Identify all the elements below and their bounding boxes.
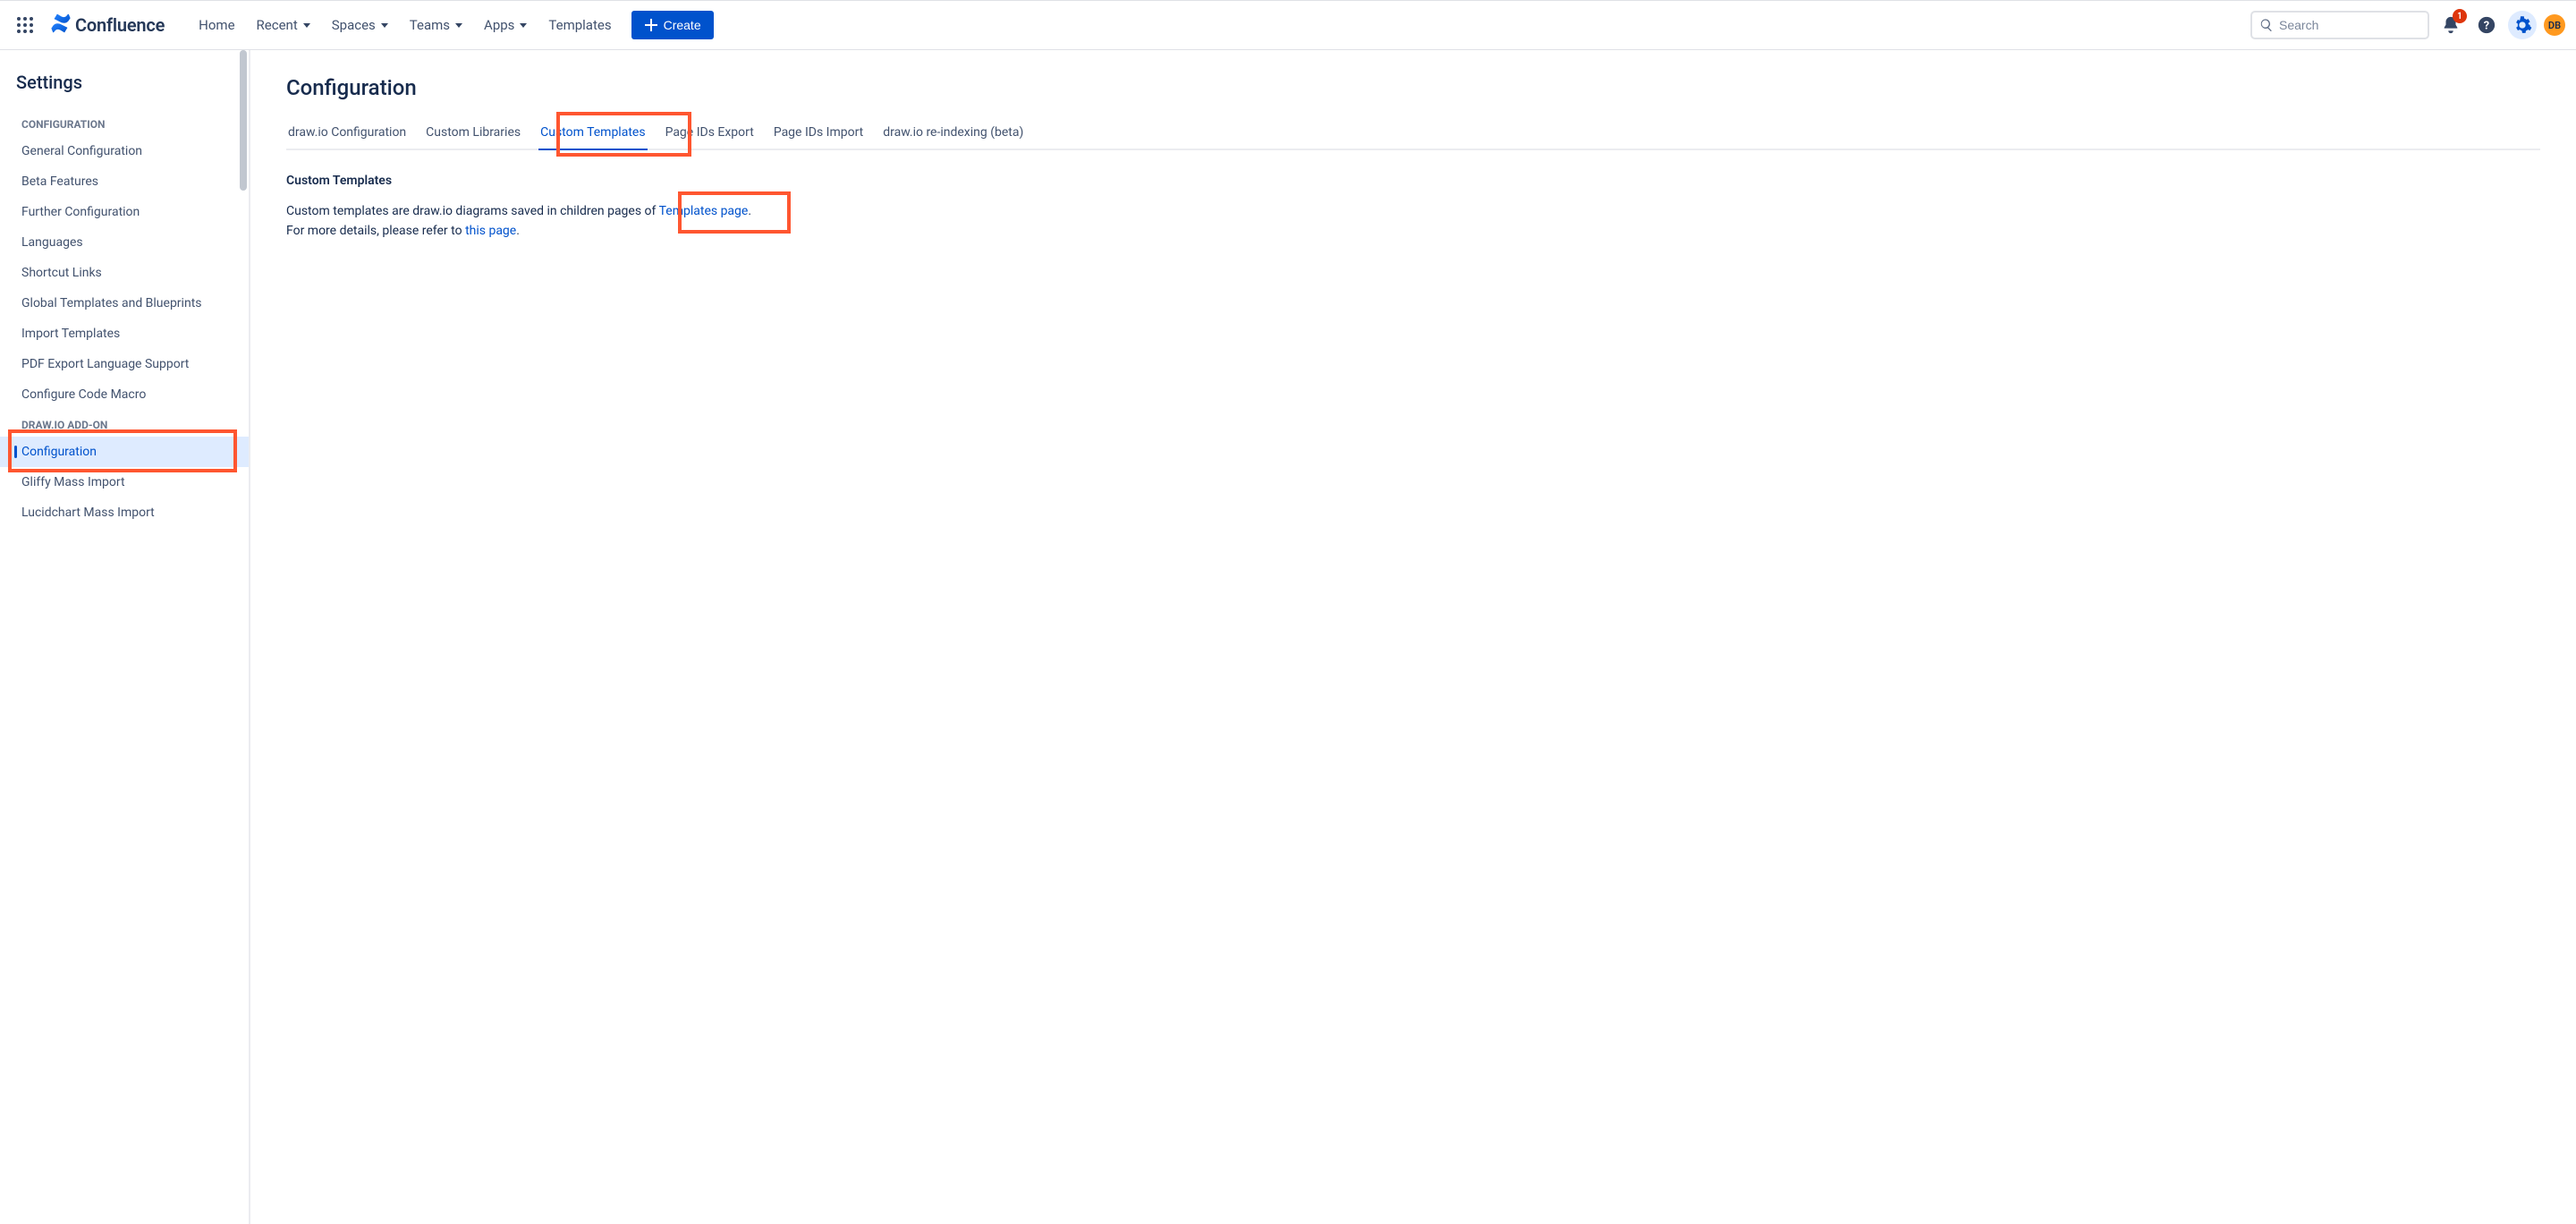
- sidebar-item-drawio-configuration[interactable]: Configuration: [0, 437, 249, 467]
- sidebar-item-import-templates[interactable]: Import Templates: [0, 319, 249, 349]
- sidebar-scrollbar[interactable]: [240, 50, 247, 1224]
- sidebar-item-pdf-export[interactable]: PDF Export Language Support: [0, 349, 249, 379]
- svg-text:?: ?: [2484, 20, 2489, 33]
- nav-recent-label: Recent: [257, 17, 298, 33]
- notifications-button[interactable]: 1: [2436, 11, 2465, 39]
- tab-custom-libraries[interactable]: Custom Libraries: [424, 125, 522, 149]
- create-label: Create: [664, 18, 701, 32]
- body-prefix-1: Custom templates are draw.io diagrams sa…: [286, 204, 659, 218]
- plus-icon: [644, 18, 658, 32]
- nav-apps-label: Apps: [484, 17, 514, 33]
- sidebar-item-lucidchart-import[interactable]: Lucidchart Mass Import: [0, 497, 249, 528]
- nav-apps[interactable]: Apps: [475, 12, 536, 38]
- settings-button[interactable]: [2508, 11, 2537, 39]
- sidebar-item-languages[interactable]: Languages: [0, 227, 249, 258]
- product-name: Confluence: [75, 14, 165, 36]
- search-icon: [2259, 18, 2274, 32]
- page-title: Configuration: [286, 75, 2540, 100]
- nav-home-label: Home: [199, 17, 234, 33]
- this-page-link[interactable]: this page: [465, 224, 516, 238]
- chevron-down-icon: [381, 23, 388, 28]
- chevron-down-icon: [303, 23, 310, 28]
- primary-nav: Home Recent Spaces Teams Apps Templates: [190, 12, 620, 38]
- sidebar-item-gliffy-import[interactable]: Gliffy Mass Import: [0, 467, 249, 497]
- sidebar-item-beta-features[interactable]: Beta Features: [0, 166, 249, 197]
- templates-page-link[interactable]: Templates page: [659, 204, 749, 218]
- nav-templates[interactable]: Templates: [539, 12, 620, 38]
- nav-recent[interactable]: Recent: [248, 12, 319, 38]
- body-prefix-2: For more details, please refer to: [286, 224, 465, 238]
- sidebar-title: Settings: [0, 72, 249, 109]
- nav-home[interactable]: Home: [190, 12, 243, 38]
- main-content: Configuration draw.io Configuration Cust…: [250, 50, 2576, 1224]
- nav-teams[interactable]: Teams: [401, 12, 471, 38]
- body-suffix-2: .: [516, 224, 520, 238]
- notification-badge: 1: [2453, 9, 2467, 23]
- sidebar-item-further-configuration[interactable]: Further Configuration: [0, 197, 249, 227]
- app-switcher-icon[interactable]: [11, 11, 39, 39]
- nav-spaces-label: Spaces: [332, 17, 376, 33]
- search-input[interactable]: [2279, 18, 2420, 32]
- avatar[interactable]: DB: [2544, 14, 2565, 36]
- tab-reindexing[interactable]: draw.io re-indexing (beta): [881, 125, 1025, 149]
- settings-sidebar: Settings CONFIGURATION General Configura…: [0, 50, 250, 1224]
- tab-page-ids-import[interactable]: Page IDs Import: [772, 125, 865, 149]
- sidebar-item-shortcut-links[interactable]: Shortcut Links: [0, 258, 249, 288]
- body-suffix-1: .: [748, 204, 751, 218]
- nav-teams-label: Teams: [410, 17, 450, 33]
- config-tabs: draw.io Configuration Custom Libraries C…: [286, 125, 2540, 150]
- nav-templates-label: Templates: [548, 17, 611, 33]
- tab-custom-templates[interactable]: Custom Templates: [538, 125, 647, 149]
- tab-drawio-config[interactable]: draw.io Configuration: [286, 125, 408, 149]
- top-navigation: Confluence Home Recent Spaces Teams Apps…: [0, 0, 2576, 50]
- create-button[interactable]: Create: [631, 11, 714, 39]
- section-title: Custom Templates: [286, 174, 2540, 188]
- search-box[interactable]: [2250, 11, 2429, 39]
- chevron-down-icon: [520, 23, 527, 28]
- body-text: Custom templates are draw.io diagrams sa…: [286, 202, 2540, 241]
- sidebar-group-drawio: DRAW.IO ADD-ON: [0, 410, 249, 437]
- confluence-icon: [50, 13, 72, 38]
- sidebar-item-code-macro[interactable]: Configure Code Macro: [0, 379, 249, 410]
- confluence-logo[interactable]: Confluence: [43, 13, 172, 38]
- chevron-down-icon: [455, 23, 462, 28]
- tab-page-ids-export[interactable]: Page IDs Export: [664, 125, 756, 149]
- gear-icon: [2512, 15, 2532, 35]
- sidebar-item-global-templates[interactable]: Global Templates and Blueprints: [0, 288, 249, 319]
- sidebar-item-general-configuration[interactable]: General Configuration: [0, 136, 249, 166]
- sidebar-group-configuration: CONFIGURATION: [0, 109, 249, 136]
- nav-spaces[interactable]: Spaces: [323, 12, 397, 38]
- help-icon: ?: [2477, 15, 2496, 35]
- help-button[interactable]: ?: [2472, 11, 2501, 39]
